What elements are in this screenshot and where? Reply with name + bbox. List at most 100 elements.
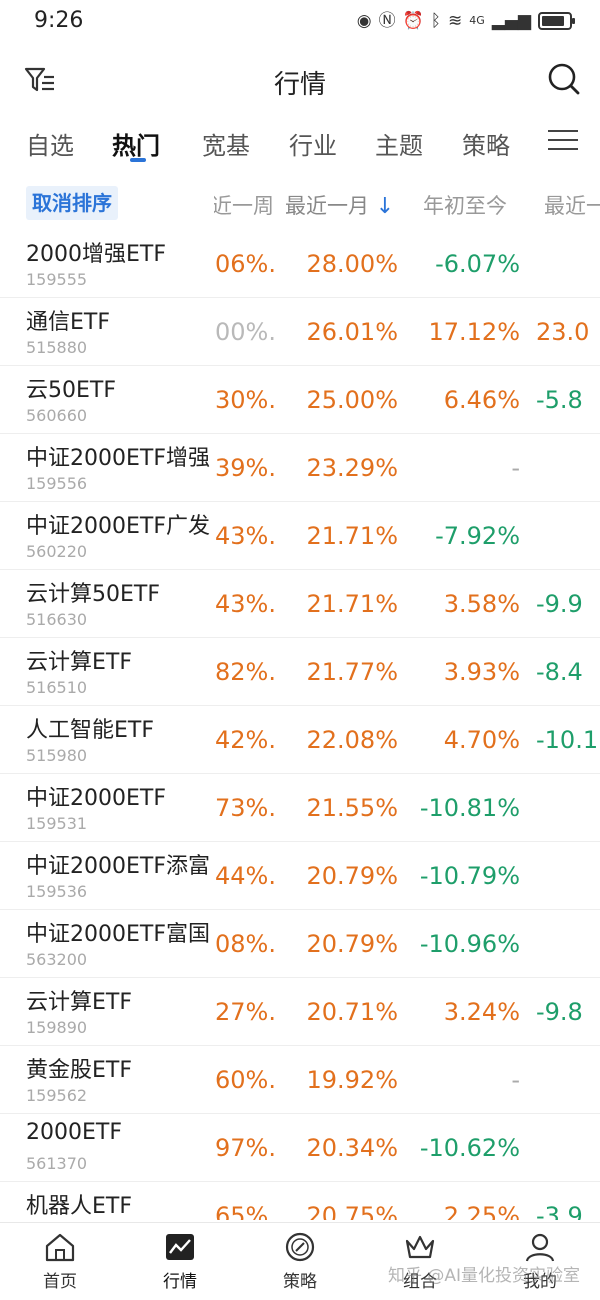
- column-recent[interactable]: 最近一: [544, 190, 600, 220]
- etf-code: 515880: [26, 338, 88, 357]
- etf-name: 人工智能ETF: [26, 718, 154, 743]
- month-change: 28.00%: [306, 250, 398, 278]
- ytd-change: 2.25%: [443, 1202, 520, 1220]
- week-change: .08%: [215, 930, 276, 958]
- tab-broad-base[interactable]: 宽基: [202, 126, 250, 161]
- month-change: 26.01%: [306, 318, 398, 346]
- etf-name: 云计算ETF: [26, 990, 132, 1015]
- etf-name: 黄金股ETF: [26, 1058, 132, 1083]
- etf-name: 云50ETF: [26, 378, 116, 403]
- more-tabs-menu-icon[interactable]: [548, 130, 578, 152]
- recent-change: -3.9: [536, 1202, 583, 1220]
- etf-code: 159536: [26, 882, 88, 901]
- tab-strategy[interactable]: 策略: [462, 126, 510, 161]
- tab-theme[interactable]: 主题: [375, 126, 423, 161]
- status-bar: 9:26 ◉ Ⓝ ⏰ ᛒ ≋ 4G ▂▄▆: [0, 0, 600, 44]
- ytd-change: -10.81%: [419, 794, 520, 822]
- column-month-label: 最近一月: [285, 194, 369, 218]
- etf-code: 560220: [26, 542, 88, 561]
- active-tab-indicator: [130, 158, 146, 162]
- crown-icon: [405, 1235, 435, 1259]
- etf-code: 159556: [26, 474, 88, 493]
- etf-code: 159555: [26, 270, 88, 289]
- etf-code: 561370: [26, 1154, 88, 1173]
- etf-row[interactable]: 2000ETF 561370 .97% 20.34% -10.62%: [0, 1114, 600, 1182]
- etf-code: 516510: [26, 678, 88, 697]
- cancel-sort-button[interactable]: 取消排序: [26, 186, 118, 220]
- user-icon: [525, 1233, 555, 1262]
- week-change: .65%: [215, 1202, 276, 1220]
- recent-change: -9.8: [536, 998, 583, 1026]
- week-change: .27%: [215, 998, 276, 1026]
- tab-industry[interactable]: 行业: [289, 126, 337, 161]
- etf-name: 中证2000ETF富国: [26, 922, 210, 947]
- etf-row[interactable]: 人工智能ETF 515980 .42% 22.08% 4.70% -10.1: [0, 706, 600, 774]
- week-change: .44%: [215, 862, 276, 890]
- column-ytd[interactable]: 年初至今: [423, 190, 507, 220]
- etf-name: 通信ETF: [26, 310, 110, 335]
- etf-name: 云计算ETF: [26, 650, 132, 675]
- ytd-change: -7.92%: [435, 522, 520, 550]
- ytd-change: 3.93%: [443, 658, 520, 686]
- category-tabs: 自选 热门 宽基 行业 主题 策略: [0, 118, 600, 168]
- signal-bars-icon: ▂▄▆: [491, 11, 531, 31]
- nav-home[interactable]: 首页: [20, 1231, 100, 1292]
- column-month[interactable]: 最近一月 ↓: [285, 190, 394, 220]
- compass-icon: [285, 1232, 315, 1262]
- status-time: 9:26: [34, 8, 84, 33]
- month-change: 20.71%: [306, 998, 398, 1026]
- home-icon: [45, 1233, 75, 1262]
- ytd-change: -10.62%: [419, 1134, 520, 1162]
- recent-change: -10.1: [536, 726, 599, 754]
- month-change: 25.00%: [306, 386, 398, 414]
- etf-row[interactable]: 机器人ETF .65% 20.75% 2.25% -3.9: [0, 1182, 600, 1220]
- ytd-change: -10.96%: [419, 930, 520, 958]
- column-week[interactable]: 近一周: [214, 190, 274, 220]
- etf-row[interactable]: 通信ETF 515880 .00% 26.01% 17.12% 23.0: [0, 298, 600, 366]
- week-change: .97%: [215, 1134, 276, 1162]
- etf-row[interactable]: 中证2000ETF 159531 .73% 21.55% -10.81%: [0, 774, 600, 842]
- month-change: 21.71%: [306, 590, 398, 618]
- etf-row[interactable]: 云计算50ETF 516630 .43% 21.71% 3.58% -9.9: [0, 570, 600, 638]
- etf-row[interactable]: 黄金股ETF 159562 .60% 19.92% -: [0, 1046, 600, 1114]
- ytd-change: -: [511, 454, 520, 482]
- nav-strategy[interactable]: 策略: [260, 1231, 340, 1292]
- etf-code: 159890: [26, 1018, 88, 1037]
- etf-row[interactable]: 中证2000ETF广发 560220 .43% 21.71% -7.92%: [0, 502, 600, 570]
- bluetooth-icon: ᛒ: [430, 11, 441, 31]
- etf-row[interactable]: 中证2000ETF添富 159536 .44% 20.79% -10.79%: [0, 842, 600, 910]
- nav-strategy-label: 策略: [283, 1272, 317, 1292]
- etf-row[interactable]: 云50ETF 560660 .30% 25.00% 6.46% -5.8: [0, 366, 600, 434]
- ytd-change: -10.79%: [419, 862, 520, 890]
- etf-row[interactable]: 中证2000ETF富国 563200 .08% 20.79% -10.96%: [0, 910, 600, 978]
- etf-row[interactable]: 云计算ETF 516510 .82% 21.77% 3.93% -8.4: [0, 638, 600, 706]
- recent-change: -8.4: [536, 658, 583, 686]
- etf-code: 560660: [26, 406, 88, 425]
- month-change: 20.75%: [306, 1202, 398, 1220]
- month-change: 21.55%: [306, 794, 398, 822]
- nfc-icon: Ⓝ: [378, 11, 396, 31]
- page-title: 行情: [273, 70, 326, 100]
- nav-market[interactable]: 行情: [140, 1231, 220, 1292]
- nav-home-label: 首页: [43, 1272, 77, 1292]
- etf-row[interactable]: 云计算ETF 159890 .27% 20.71% 3.24% -9.8: [0, 978, 600, 1046]
- ytd-change: 3.24%: [443, 998, 520, 1026]
- nav-market-label: 行情: [163, 1272, 197, 1292]
- search-icon[interactable]: [548, 62, 580, 96]
- etf-row[interactable]: 2000增强ETF 159555 .06% 28.00% -6.07%: [0, 230, 600, 298]
- month-change: 22.08%: [306, 726, 398, 754]
- week-change: .43%: [215, 590, 276, 618]
- etf-name: 2000增强ETF: [26, 242, 166, 267]
- etf-name: 中证2000ETF广发: [26, 514, 210, 539]
- week-change: .30%: [215, 386, 276, 414]
- tab-favorites[interactable]: 自选: [26, 126, 74, 161]
- etf-code: 159531: [26, 814, 88, 833]
- watermark: 知乎 @AI量化投资实验室: [387, 1266, 580, 1286]
- ytd-change: 17.12%: [428, 318, 520, 346]
- sort-descending-icon: ↓: [375, 194, 395, 219]
- month-change: 19.92%: [306, 1066, 398, 1094]
- recent-change: -5.8: [536, 386, 583, 414]
- etf-row[interactable]: 中证2000ETF增强 159556 .39% 23.29% -: [0, 434, 600, 502]
- tab-hot[interactable]: 热门: [112, 126, 160, 161]
- etf-name: 机器人ETF: [26, 1194, 132, 1219]
